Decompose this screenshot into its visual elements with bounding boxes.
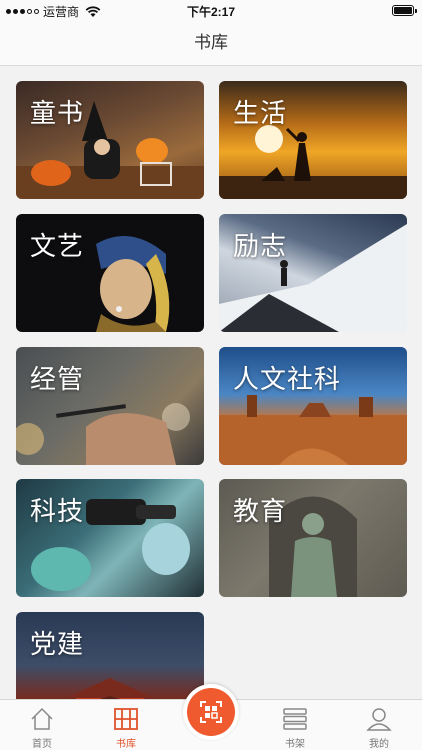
page-title: 书库	[194, 33, 228, 52]
category-label: 人文社科	[233, 364, 342, 394]
category-card-motivation[interactable]: 励志	[219, 214, 407, 332]
home-icon	[31, 707, 53, 730]
category-grid: 童书 生活 文艺 励志 经管 人文社科 科技 教育 党建	[0, 67, 422, 699]
tab-label: 我的	[369, 739, 389, 750]
category-card-children[interactable]: 童书	[16, 81, 204, 199]
category-label: 经管	[30, 364, 85, 394]
nav-bar: 书库	[0, 20, 422, 66]
status-time: 下午2:17	[186, 5, 236, 19]
category-label: 童书	[30, 98, 85, 128]
category-card-party-building[interactable]: 党建	[16, 612, 204, 699]
status-bar: 运营商 下午2:17	[0, 0, 422, 20]
category-label: 党建	[30, 629, 85, 659]
tab-home[interactable]: 首页	[0, 700, 84, 750]
tab-label: 首页	[32, 739, 52, 750]
category-card-business[interactable]: 经管	[16, 347, 204, 465]
scan-button[interactable]	[183, 684, 239, 740]
category-card-life[interactable]: 生活	[219, 81, 407, 199]
tab-library[interactable]: 书库	[84, 700, 168, 750]
category-label: 生活	[233, 98, 288, 128]
category-card-humanities[interactable]: 人文社科	[219, 347, 407, 465]
tab-shelf[interactable]: 书架	[253, 700, 337, 750]
category-label: 科技	[30, 496, 85, 526]
library-icon	[114, 708, 138, 730]
category-card-arts[interactable]: 文艺	[16, 214, 204, 332]
scan-icon	[200, 701, 222, 723]
battery-icon	[392, 5, 417, 16]
bookshelf-icon	[283, 708, 307, 730]
category-label: 教育	[233, 496, 288, 526]
category-label: 励志	[233, 231, 288, 261]
scan-button-face	[187, 688, 235, 736]
user-icon	[366, 708, 392, 731]
category-label: 文艺	[30, 231, 85, 261]
category-card-technology[interactable]: 科技	[16, 479, 204, 597]
tab-label: 书库	[116, 739, 136, 750]
tab-mine[interactable]: 我的	[337, 700, 421, 750]
tab-label: 书架	[285, 739, 305, 750]
category-card-education[interactable]: 教育	[219, 479, 407, 597]
